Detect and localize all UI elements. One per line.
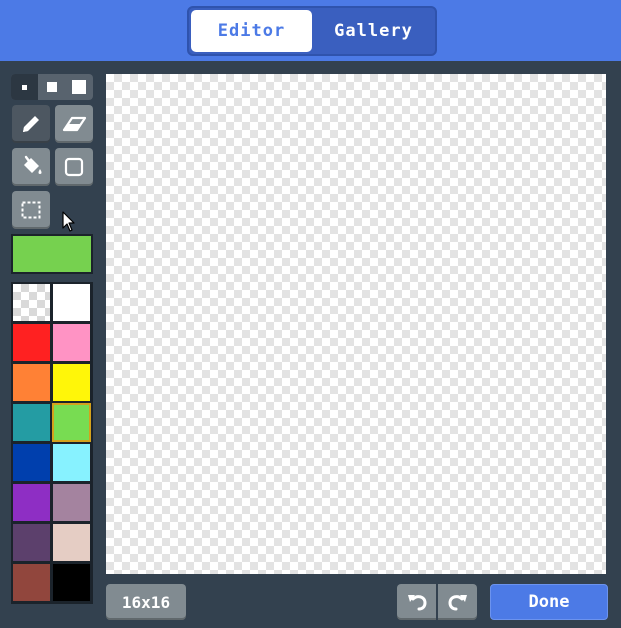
- swatch-color[interactable]: [52, 363, 91, 402]
- brush-size-small-button[interactable]: [11, 74, 38, 100]
- eraser-tool-button[interactable]: [55, 105, 93, 143]
- top-bar: Editor Gallery: [0, 0, 621, 61]
- undo-icon: [407, 595, 427, 611]
- large-square-icon: [71, 80, 86, 94]
- mouse-cursor-icon: [62, 211, 75, 232]
- medium-square-icon: [46, 82, 57, 92]
- swatch-color[interactable]: [52, 403, 91, 442]
- swatch-color[interactable]: [12, 523, 51, 562]
- editor-gallery-toggle: Editor Gallery: [187, 6, 437, 56]
- tab-gallery[interactable]: Gallery: [313, 10, 434, 52]
- brush-size-large-button[interactable]: [65, 74, 92, 100]
- rectangle-icon: [64, 157, 84, 177]
- swatch-color[interactable]: [52, 563, 91, 602]
- swatch-transparent[interactable]: [12, 283, 51, 322]
- swatch-color[interactable]: [52, 523, 91, 562]
- swatch-color[interactable]: [52, 443, 91, 482]
- drawing-canvas[interactable]: [106, 74, 606, 574]
- pencil-icon: [23, 116, 39, 132]
- current-color-preview: [11, 234, 93, 274]
- color-palette: [11, 282, 93, 604]
- swatch-color[interactable]: [12, 403, 51, 442]
- swatch-color[interactable]: [52, 483, 91, 522]
- fill-bucket-icon: [24, 155, 42, 174]
- canvas-size-button[interactable]: 16x16: [106, 584, 186, 620]
- done-button[interactable]: Done: [490, 584, 608, 620]
- swatch-color[interactable]: [52, 323, 91, 362]
- swatch-color[interactable]: [12, 323, 51, 362]
- redo-icon: [447, 595, 467, 611]
- rectangle-tool-button[interactable]: [55, 148, 93, 186]
- brush-size-selector: [11, 74, 93, 100]
- swatch-color[interactable]: [12, 443, 51, 482]
- tab-editor[interactable]: Editor: [191, 10, 312, 52]
- redo-button[interactable]: [438, 584, 477, 620]
- swatch-color[interactable]: [12, 483, 51, 522]
- fill-tool-button[interactable]: [12, 148, 50, 186]
- select-tool-button[interactable]: [12, 191, 50, 229]
- small-square-icon: [22, 84, 27, 90]
- eraser-icon: [62, 116, 87, 132]
- pencil-tool-button[interactable]: [12, 105, 50, 143]
- undo-button[interactable]: [397, 584, 436, 620]
- swatch-color[interactable]: [12, 563, 51, 602]
- swatch-color[interactable]: [52, 283, 91, 322]
- swatch-color[interactable]: [12, 363, 51, 402]
- brush-size-medium-button[interactable]: [38, 74, 65, 100]
- marquee-select-icon: [21, 201, 41, 219]
